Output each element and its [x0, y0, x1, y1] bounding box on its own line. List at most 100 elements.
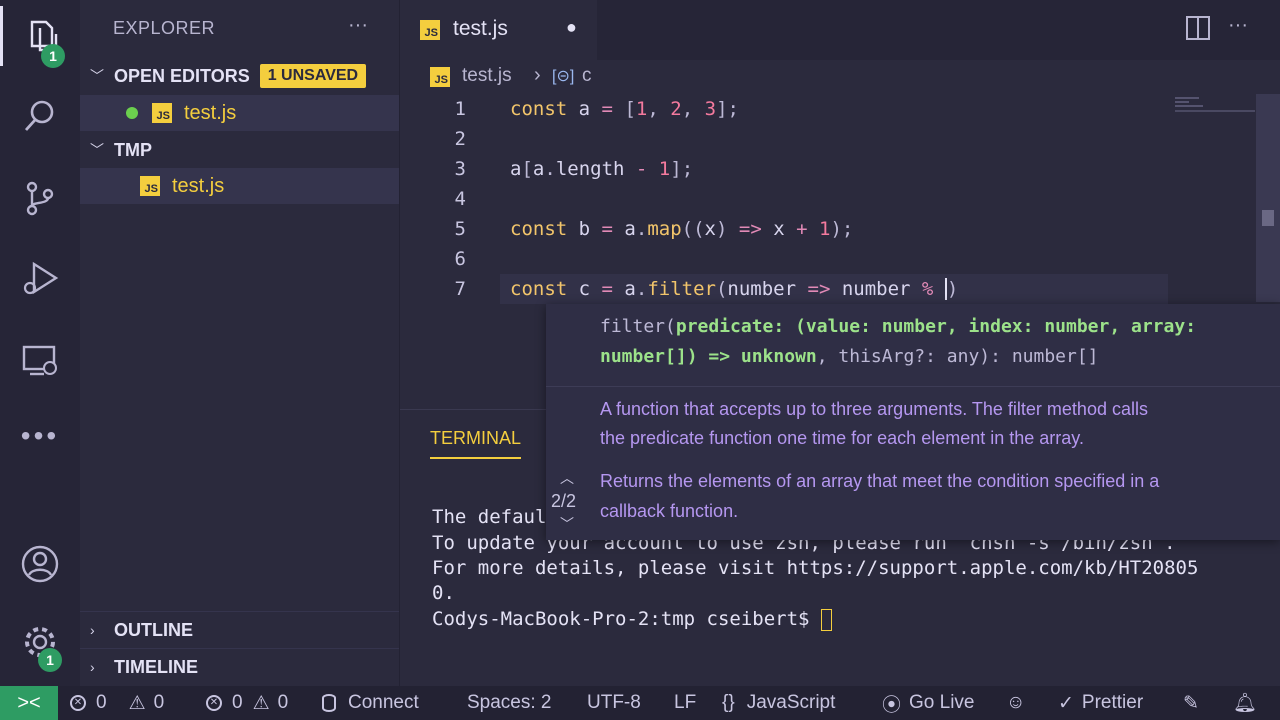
bell-icon: 🔔︎: [1233, 693, 1258, 714]
braces-icon: {}: [722, 692, 735, 713]
terminal-prompt-text: Codys-MacBook-Pro-2:tmp cseibert$: [432, 608, 821, 630]
sidebar-more-icon[interactable]: ···: [348, 14, 368, 37]
signature-line-2: number[]) => unknown, thisArg?: any): nu…: [600, 346, 1099, 367]
explorer-sidebar: EXPLORER ··· ﹀ OPEN EDITORS 1 UNSAVED JS…: [80, 0, 400, 686]
code-line-1[interactable]: const a = [1, 2, 3];: [510, 98, 739, 120]
prettier-button[interactable]: ✓ Prettier: [1058, 686, 1143, 720]
language-mode-button[interactable]: {} JavaScript: [722, 686, 835, 720]
error-count-2: 0: [232, 692, 243, 713]
tab-label: test.js: [453, 17, 508, 40]
unsaved-dot-icon: [126, 107, 138, 119]
database-icon: [322, 694, 336, 712]
timeline-header[interactable]: › TIMELINE: [80, 648, 399, 685]
language-label: JavaScript: [746, 692, 836, 713]
chevron-down-icon: ﹀: [90, 68, 104, 84]
breadcrumb-symbol[interactable]: c: [582, 65, 592, 87]
editor-more-icon[interactable]: ···: [1228, 14, 1248, 37]
folder-file-item[interactable]: JS test.js: [80, 168, 399, 204]
variable-icon: [⊝]: [552, 68, 575, 85]
warning-count: 0: [153, 692, 165, 713]
source-control-activity[interactable]: [0, 168, 80, 228]
code-line-7[interactable]: const c = a.filter(number => number % ): [510, 278, 958, 300]
account-icon: [21, 545, 59, 583]
folder-header[interactable]: ﹀ TMP: [80, 132, 399, 168]
unsaved-badge: 1 UNSAVED: [259, 64, 367, 88]
explorer-activity[interactable]: 1: [0, 6, 80, 68]
line-number: 7: [454, 278, 466, 300]
search-icon: [24, 100, 54, 131]
dirty-dot-icon[interactable]: ●: [566, 17, 577, 38]
connect-button[interactable]: Connect: [322, 686, 419, 720]
tab-terminal[interactable]: TERMINAL: [430, 428, 522, 459]
minimap[interactable]: [1175, 95, 1255, 115]
line-number: 5: [454, 218, 466, 240]
terminal-cursor: [820, 608, 832, 631]
remote-explorer-icon: [22, 345, 57, 376]
terminal-prompt[interactable]: Codys-MacBook-Pro-2:tmp cseibert$: [432, 608, 832, 631]
overload-counter: 2/2: [551, 491, 577, 511]
feedback-button[interactable]: ✎: [1183, 686, 1199, 720]
folder-label: TMP: [114, 139, 152, 160]
chevron-right-icon: ›: [90, 659, 95, 675]
open-editors-header[interactable]: ﹀ OPEN EDITORS 1 UNSAVED: [80, 58, 399, 94]
connect-label: Connect: [348, 692, 419, 713]
check-icon: ✓: [1058, 692, 1074, 714]
copilot-button[interactable]: ☺: [1006, 686, 1025, 720]
doc-line-4: callback function.: [600, 501, 739, 521]
code-line-3[interactable]: a[a.length - 1];: [510, 158, 693, 180]
chevron-down-icon[interactable]: ﹀: [560, 514, 574, 534]
eol-button[interactable]: LF: [674, 686, 696, 720]
more-activity[interactable]: •••: [0, 406, 80, 466]
remote-indicator[interactable]: ><: [0, 686, 58, 720]
js-file-icon: JS: [430, 67, 450, 87]
feedback-icon: ✎: [1183, 692, 1199, 714]
tab-test-js[interactable]: JS test.js ●: [400, 0, 597, 60]
outline-label: OUTLINE: [114, 619, 193, 640]
problems-indicator-2[interactable]: ✕ 0 ⚠ 0: [206, 686, 288, 720]
settings-badge: 1: [38, 648, 62, 672]
split-editor-icon[interactable]: [1186, 16, 1210, 40]
doc-line-3: Returns the elements of an array that me…: [600, 471, 1160, 491]
divider: [546, 386, 1280, 387]
indentation-button[interactable]: Spaces: 2: [467, 686, 552, 720]
js-file-icon: JS: [140, 176, 160, 196]
timeline-label: TIMELINE: [114, 656, 198, 677]
terminal-line: The defaul: [432, 506, 547, 528]
error-count: 0: [96, 692, 107, 713]
chevron-up-icon[interactable]: ︿: [560, 468, 574, 488]
parameter-hints-widget[interactable]: filter(predicate: (value: number, index:…: [546, 304, 1280, 540]
breadcrumb: JS test.js › [⊝] c: [400, 60, 1280, 94]
sidebar-title: EXPLORER: [113, 18, 216, 38]
warning-icon: ⚠: [128, 692, 146, 714]
warning-icon: ⚠: [252, 692, 270, 714]
open-editor-item[interactable]: JS test.js: [80, 95, 399, 131]
outline-header[interactable]: › OUTLINE: [80, 611, 399, 648]
signature-line-1: filter(predicate: (value: number, index:…: [600, 316, 1197, 337]
run-debug-activity[interactable]: [0, 248, 80, 308]
problems-indicator[interactable]: ✕ 0 ⚠ 0: [70, 686, 164, 720]
folder-filename: test.js: [172, 174, 225, 197]
run-debug-icon: [23, 261, 59, 295]
chevron-down-icon: ﹀: [90, 142, 104, 158]
encoding-button[interactable]: UTF-8: [587, 686, 641, 720]
js-file-icon: JS: [420, 20, 440, 40]
line-number: 4: [454, 188, 466, 210]
broadcast-icon: ⦿: [882, 694, 902, 716]
line-number: 6: [454, 248, 466, 270]
source-control-icon: [26, 181, 54, 216]
notifications-button[interactable]: 🔔︎: [1233, 686, 1257, 720]
code-line-5[interactable]: const b = a.map((x) => x + 1);: [510, 218, 853, 240]
chevron-right-icon: ›: [90, 622, 95, 638]
search-activity[interactable]: [0, 86, 80, 146]
editor-scrollbar[interactable]: [1256, 94, 1280, 302]
manage-activity[interactable]: 1: [0, 612, 80, 672]
ellipsis-icon: •••: [20, 420, 60, 451]
go-live-button[interactable]: ⦿ Go Live: [882, 686, 975, 720]
remote-explorer-activity[interactable]: [0, 330, 80, 390]
copilot-icon: ☺: [1006, 692, 1026, 713]
terminal-line: For more details, please visit https://s…: [432, 557, 1199, 579]
accounts-activity[interactable]: [0, 534, 80, 594]
remote-icon: ><: [17, 691, 41, 714]
breadcrumb-file[interactable]: test.js: [462, 65, 512, 87]
warning-count-2: 0: [277, 692, 289, 713]
